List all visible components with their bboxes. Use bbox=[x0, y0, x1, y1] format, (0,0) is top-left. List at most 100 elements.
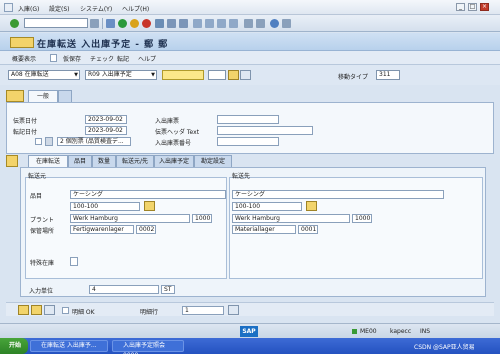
start-button[interactable]: 开始 bbox=[0, 338, 28, 354]
post-date-label: 転記日付 bbox=[13, 129, 38, 136]
material-lookup-icon[interactable] bbox=[144, 201, 155, 211]
movement-type-label: 移動タイプ bbox=[338, 74, 369, 81]
printer-icon bbox=[45, 137, 53, 146]
slip-number-label: 入出庫票番号 bbox=[155, 140, 192, 147]
cancel-icon[interactable] bbox=[142, 19, 151, 28]
tab-material[interactable]: 品目 bbox=[68, 155, 92, 167]
item-next-icon[interactable] bbox=[31, 305, 42, 315]
material-to-number[interactable]: 100-100 bbox=[232, 202, 302, 211]
selection-row: A08 在庫転送 ▼ R09 入出庫予定 ▼ 移動タイプ 311 bbox=[0, 65, 500, 85]
slip-number-field[interactable] bbox=[217, 137, 279, 146]
minimize-button[interactable]: _ bbox=[456, 3, 465, 11]
movement-value: A08 在庫転送 bbox=[11, 71, 49, 78]
exit-icon[interactable] bbox=[130, 19, 139, 28]
plant-from-field[interactable]: 1000 bbox=[192, 214, 212, 223]
header-text-field[interactable] bbox=[217, 126, 313, 135]
application-toolbar: 概要表示 仮保存 チェック 転記 ヘルプ bbox=[0, 51, 500, 65]
find-next-icon[interactable] bbox=[179, 19, 188, 28]
print-version-select[interactable]: 2 個別票 (品質検査デ... bbox=[57, 137, 131, 146]
detail-ok-checkbox[interactable] bbox=[62, 307, 69, 314]
line-nav-icon[interactable] bbox=[228, 305, 239, 315]
material-from-number[interactable]: 100-100 bbox=[70, 202, 140, 211]
menu-settings[interactable]: 設定(S) bbox=[49, 4, 70, 13]
plant-from-name: Werk Hamburg bbox=[70, 214, 190, 223]
tab-planned[interactable]: 入出庫予定 bbox=[154, 155, 194, 167]
overview-button[interactable]: 概要表示 bbox=[12, 54, 36, 63]
tab-from-to[interactable]: 転送元/先 bbox=[116, 155, 154, 167]
sap-window-icon[interactable] bbox=[4, 3, 13, 12]
document-number-input[interactable] bbox=[162, 70, 204, 80]
line-number-field[interactable]: 1 bbox=[182, 306, 224, 315]
command-dropdown-icon[interactable] bbox=[90, 19, 99, 28]
maximize-button[interactable]: □ bbox=[468, 3, 477, 11]
find-icon[interactable] bbox=[167, 19, 176, 28]
tab-label: 入出庫予定 bbox=[158, 158, 189, 165]
sloc-to-name: Materiallager bbox=[232, 225, 296, 234]
item-toggle-icon[interactable] bbox=[6, 155, 18, 167]
back-icon[interactable] bbox=[118, 19, 127, 28]
command-field[interactable] bbox=[24, 18, 88, 28]
tab-quantity[interactable]: 数量 bbox=[92, 155, 116, 167]
print-checkbox[interactable] bbox=[35, 138, 42, 145]
special-stock-field[interactable] bbox=[70, 257, 78, 266]
taskbar-item-transfer[interactable]: 在庫転送 入出庫予... bbox=[30, 340, 108, 352]
next-page-icon[interactable] bbox=[217, 19, 226, 28]
reference-select[interactable]: R09 入出庫予定 ▼ bbox=[85, 70, 157, 80]
new-session-icon[interactable] bbox=[244, 19, 253, 28]
plant-to-name: Werk Hamburg bbox=[232, 214, 350, 223]
movement-select[interactable]: A08 在庫転送 ▼ bbox=[8, 70, 80, 80]
header-toggle-icon[interactable] bbox=[6, 90, 24, 102]
shortcut-icon[interactable] bbox=[256, 19, 265, 28]
layout-menu-icon[interactable] bbox=[282, 19, 291, 28]
material-lookup-icon[interactable] bbox=[306, 201, 317, 211]
watermark-text: CSDN @SAP亚人贸易 bbox=[414, 344, 475, 351]
movement-type-input[interactable]: 311 bbox=[376, 70, 400, 80]
tab-general[interactable]: 一般 bbox=[28, 90, 58, 102]
slip-field[interactable] bbox=[217, 115, 279, 124]
first-page-icon[interactable] bbox=[193, 19, 202, 28]
post-button[interactable]: 転記 bbox=[117, 54, 129, 63]
qty-field[interactable]: 4 bbox=[89, 285, 159, 294]
plant-to-field[interactable]: 1000 bbox=[352, 214, 372, 223]
item-delete-icon[interactable] bbox=[44, 305, 55, 315]
menu-goods-movement[interactable]: 入庫(G) bbox=[18, 4, 39, 13]
tab-more[interactable] bbox=[58, 90, 72, 102]
hold-button[interactable]: 仮保存 bbox=[63, 54, 81, 63]
tab-account[interactable]: 勘定設定 bbox=[194, 155, 232, 167]
server-name: kapecc bbox=[390, 328, 412, 335]
from-group: 転送元 品目 ケーシング 100-100 プラント Werk Hamburg 1… bbox=[25, 173, 227, 279]
menu-system[interactable]: システム(Y) bbox=[80, 4, 112, 13]
page-title: 在庫転送 入出庫予定 - 郵 郵 bbox=[37, 40, 169, 50]
enter-icon[interactable] bbox=[10, 19, 19, 28]
doc-date-field[interactable]: 2023-09-02 bbox=[85, 115, 127, 124]
year-input[interactable] bbox=[208, 70, 226, 80]
search-icon[interactable] bbox=[228, 70, 239, 80]
insert-mode: INS bbox=[420, 328, 431, 335]
uom-field[interactable]: ST bbox=[161, 285, 175, 294]
chevron-down-icon: ▼ bbox=[151, 72, 155, 78]
help-icon[interactable] bbox=[270, 19, 279, 28]
display-icon[interactable] bbox=[240, 70, 251, 80]
post-date-field[interactable]: 2023-09-02 bbox=[85, 126, 127, 135]
help-button[interactable]: ヘルプ bbox=[138, 54, 156, 63]
close-button[interactable]: × bbox=[480, 3, 489, 11]
item-panel: 転送元 品目 ケーシング 100-100 プラント Werk Hamburg 1… bbox=[20, 167, 486, 297]
taskbar-item-display[interactable]: 入出庫予定照会 0000... bbox=[112, 340, 184, 354]
item-prev-icon[interactable] bbox=[18, 305, 29, 315]
menu-help[interactable]: ヘルプ(H) bbox=[122, 4, 149, 13]
movement-type-value: 311 bbox=[379, 71, 391, 78]
tab-stock-transfer[interactable]: 在庫転送 bbox=[28, 155, 68, 167]
check-button[interactable]: チェック bbox=[90, 54, 114, 63]
print-icon[interactable] bbox=[155, 19, 164, 28]
previous-page-icon[interactable] bbox=[205, 19, 214, 28]
status-bar: SAP ME00 kapecc INS bbox=[0, 323, 500, 338]
save-icon[interactable] bbox=[106, 19, 115, 28]
chevron-down-icon: ▼ bbox=[74, 72, 78, 78]
sloc-from-field[interactable]: 0002 bbox=[136, 225, 156, 234]
last-page-icon[interactable] bbox=[229, 19, 238, 28]
from-group-title: 転送元 bbox=[28, 173, 47, 180]
standard-toolbar bbox=[0, 15, 500, 32]
sloc-to-field[interactable]: 0001 bbox=[298, 225, 318, 234]
header-panel: 伝票日付 2023-09-02 転記日付 2023-09-02 2 個別票 (品… bbox=[6, 102, 494, 154]
document-icon[interactable] bbox=[50, 54, 57, 62]
